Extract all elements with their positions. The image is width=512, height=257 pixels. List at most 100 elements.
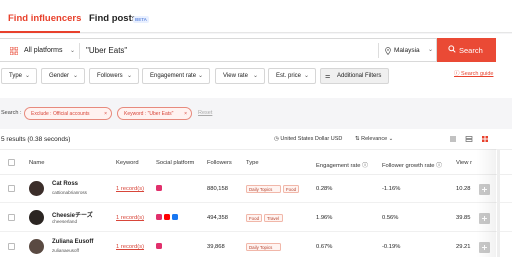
header-engagement-label: Engagement rate: [316, 163, 361, 169]
table-row[interactable]: Cheesieチーズ cheeserland 1 record(s) 494,3…: [0, 204, 512, 232]
results-toolbar: 5 results (0.38 seconds) ◷ United States…: [0, 129, 512, 149]
close-icon[interactable]: ×: [104, 111, 107, 117]
tab-find-influencers[interactable]: Find influencers: [8, 13, 81, 24]
avatar: [29, 181, 44, 196]
filter-label: Gender: [49, 73, 70, 79]
followers-count: 880,158: [207, 186, 228, 192]
chevron-down-icon: ⌄: [72, 73, 78, 79]
influencer-handle: cattionabrianross: [52, 190, 87, 195]
active-tab-indicator: [0, 31, 80, 33]
table-header: Name Keyword Social platform Followers T…: [0, 149, 512, 175]
header-view-rate[interactable]: View r: [456, 160, 472, 166]
type-tag: Daily Topics: [246, 243, 281, 251]
header-follower-growth[interactable]: Follower growth rate ⓘ: [382, 160, 442, 169]
row-checkbox[interactable]: [8, 243, 15, 250]
influencer-name[interactable]: Zuliana Eusoff: [52, 239, 93, 245]
table-row[interactable]: Cat Ross cattionabrianross 1 record(s) 8…: [0, 175, 512, 203]
followers-count: 39,868: [207, 244, 225, 250]
active-filters-label: Search :: [1, 110, 22, 116]
type-tag: Food: [283, 185, 299, 193]
avatar: [29, 239, 44, 254]
info-icon: ⓘ: [436, 163, 442, 169]
grid-view-icon[interactable]: [481, 135, 489, 143]
reset-link[interactable]: Reset: [198, 110, 212, 116]
tag-label: Food: [249, 216, 260, 221]
row-checkbox[interactable]: [8, 214, 15, 221]
tab-bar: Find influencers Find posts BETA: [0, 0, 512, 33]
platform-select[interactable]: All platforms: [24, 47, 63, 54]
filter-view-rate[interactable]: View rate ⌄: [215, 68, 265, 84]
scrollbar[interactable]: [497, 149, 500, 257]
filter-engagement-rate[interactable]: Engagement rate ⌄: [142, 68, 210, 84]
growth-rate-value: -1.16%: [382, 186, 401, 192]
chip-exclude-official[interactable]: Exclude : Official accounts ×: [24, 107, 112, 120]
chevron-down-icon: ⌄: [252, 73, 258, 79]
filter-label: View rate: [223, 73, 248, 79]
currency-select[interactable]: ◷ United States Dollar USD: [274, 136, 342, 142]
active-filters: Search : Exclude : Official accounts × K…: [0, 107, 512, 121]
filter-label: Followers: [97, 73, 123, 79]
search-box: All platforms ⌄ "Uber Eats" Malaysia ⌄: [0, 38, 437, 62]
header-social-platform: Social platform: [156, 160, 195, 166]
tag-label: Daily Topics: [249, 245, 273, 250]
facebook-icon[interactable]: [172, 214, 178, 220]
filter-bar: Type ⌄ Gender ⌄ Followers ⌄ Engagement rate…: [0, 68, 512, 88]
followers-count: 494,358: [207, 215, 228, 221]
search-icon: [448, 45, 456, 53]
header-keyword: Keyword: [116, 160, 139, 166]
view-rate-value: 39.85: [456, 215, 471, 221]
beta-badge: BETA: [133, 16, 149, 23]
header-engagement-rate[interactable]: Engagement rate ⓘ: [316, 160, 368, 169]
avatar: [29, 210, 44, 225]
sort-label: Relevance: [361, 136, 388, 142]
chevron-down-icon: ⌄: [24, 73, 30, 79]
youtube-icon[interactable]: [164, 214, 170, 220]
filter-type[interactable]: Type ⌄: [1, 68, 37, 84]
tab-find-posts[interactable]: Find posts: [89, 13, 137, 24]
keyword-records-link[interactable]: 1 record(s): [116, 215, 144, 221]
row-checkbox[interactable]: [8, 185, 15, 192]
country-select[interactable]: Malaysia ⌄: [378, 43, 436, 58]
header-growth-label: Follower growth rate: [382, 163, 435, 169]
header-followers[interactable]: Followers: [207, 160, 232, 166]
sort-select[interactable]: ⇅ Relevance ⌄: [355, 136, 393, 142]
search-button[interactable]: Search: [437, 38, 496, 62]
chip-label: Exclude : Official accounts: [31, 111, 90, 117]
influencer-handle: zulianaeusoff: [52, 248, 79, 253]
filter-est-price[interactable]: Est. price ⌄: [268, 68, 316, 84]
select-all-checkbox[interactable]: [8, 159, 15, 166]
header-type: Type: [246, 160, 259, 166]
filter-gender[interactable]: Gender ⌄: [41, 68, 85, 84]
instagram-icon[interactable]: [156, 243, 162, 249]
card-view-icon[interactable]: [465, 135, 473, 143]
keyword-records-link[interactable]: 1 record(s): [116, 186, 144, 192]
search-input[interactable]: "Uber Eats": [86, 46, 127, 55]
chevron-down-icon: ⌄: [126, 73, 132, 79]
filter-followers[interactable]: Followers ⌄: [89, 68, 139, 84]
clock-icon: ◷: [274, 136, 279, 142]
list-view-icon[interactable]: [449, 135, 457, 143]
engagement-rate-value: 0.67%: [316, 244, 333, 250]
chevron-down-icon: ⌄: [388, 136, 394, 142]
influencer-name[interactable]: Cheesieチーズ: [52, 210, 93, 219]
type-tag: Daily Topics: [246, 185, 281, 193]
close-icon[interactable]: ×: [184, 111, 187, 117]
country-label: Malaysia: [394, 47, 420, 54]
search-area: All platforms ⌄ "Uber Eats" Malaysia ⌄ ⓘ…: [0, 34, 512, 98]
keyword-records-link[interactable]: 1 record(s): [116, 244, 144, 250]
location-pin-icon: [385, 47, 391, 55]
view-rate-value: 10.28: [456, 186, 471, 192]
info-icon: ⓘ: [362, 163, 368, 169]
influencer-name[interactable]: Cat Ross: [52, 181, 78, 187]
horizontal-scroll-shadow: [476, 149, 496, 257]
engagement-rate-value: 1.96%: [316, 215, 333, 221]
grid-icon: [10, 47, 18, 55]
instagram-icon[interactable]: [156, 214, 162, 220]
header-name[interactable]: Name: [29, 160, 44, 166]
chip-label: Keyword : "Uber Eats": [124, 111, 174, 117]
table-row[interactable]: Zuliana Eusoff zulianaeusoff 1 record(s)…: [0, 233, 512, 257]
instagram-icon[interactable]: [156, 185, 162, 191]
additional-filters-button[interactable]: ⚌ Additional Filters: [320, 68, 389, 84]
chip-keyword[interactable]: Keyword : "Uber Eats" ×: [117, 107, 192, 120]
results-count: 5 results (0.38 seconds): [1, 136, 71, 143]
